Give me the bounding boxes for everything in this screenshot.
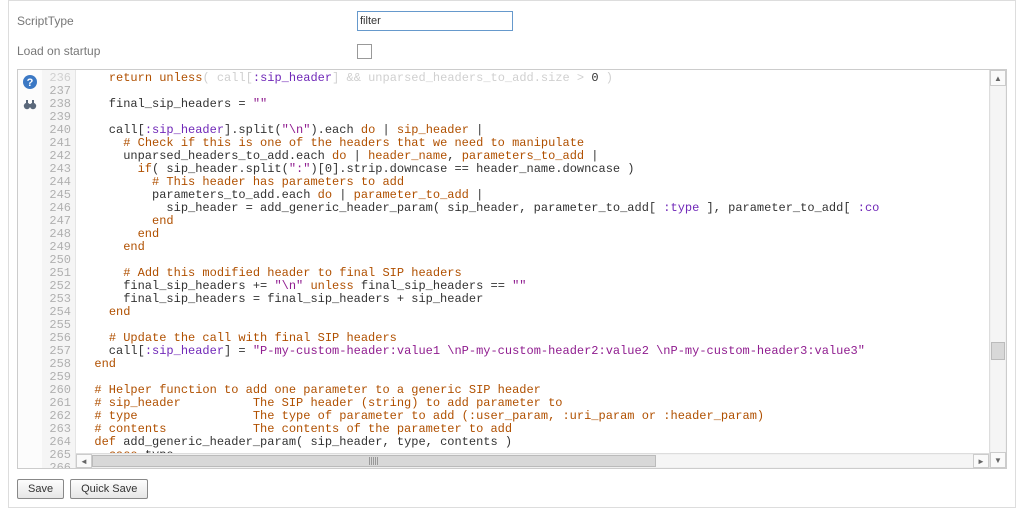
line-number-gutter: 2362372382392402412422432442452462472482… (42, 70, 76, 468)
vscroll-track[interactable] (991, 86, 1005, 452)
code-area[interactable]: return unless( call[:sip_header] && unpa… (76, 70, 989, 468)
horizontal-scrollbar[interactable]: ◄ ► (76, 453, 989, 468)
load-on-startup-label: Load on startup (17, 44, 357, 58)
binoculars-icon[interactable] (22, 96, 38, 112)
load-on-startup-row: Load on startup (17, 39, 1007, 63)
help-icon[interactable]: ? (22, 74, 38, 90)
editor-toolbar: ? (18, 70, 42, 468)
code-editor: ? 23623723823924024124224324424524624724… (17, 69, 1007, 469)
scroll-left-arrow-icon[interactable]: ◄ (76, 454, 92, 468)
save-button[interactable]: Save (17, 479, 64, 499)
scripttype-row: ScriptType (17, 9, 1007, 33)
svg-text:?: ? (27, 77, 34, 89)
vscroll-thumb[interactable] (991, 342, 1005, 360)
code-content[interactable]: return unless( call[:sip_header] && unpa… (76, 70, 989, 454)
scripttype-input[interactable] (357, 11, 513, 31)
scripttype-label: ScriptType (17, 14, 357, 28)
hscroll-track[interactable] (92, 455, 973, 467)
load-on-startup-checkbox[interactable] (357, 44, 372, 59)
scroll-right-arrow-icon[interactable]: ► (973, 454, 989, 468)
hscroll-thumb[interactable] (92, 455, 656, 467)
vertical-scrollbar[interactable]: ▲ ▼ (989, 70, 1006, 468)
button-row: Save Quick Save (17, 479, 1007, 499)
script-panel: ScriptType Load on startup ? 23623723823… (8, 0, 1016, 508)
scroll-up-arrow-icon[interactable]: ▲ (990, 70, 1006, 86)
quick-save-button[interactable]: Quick Save (70, 479, 148, 499)
scroll-down-arrow-icon[interactable]: ▼ (990, 452, 1006, 468)
